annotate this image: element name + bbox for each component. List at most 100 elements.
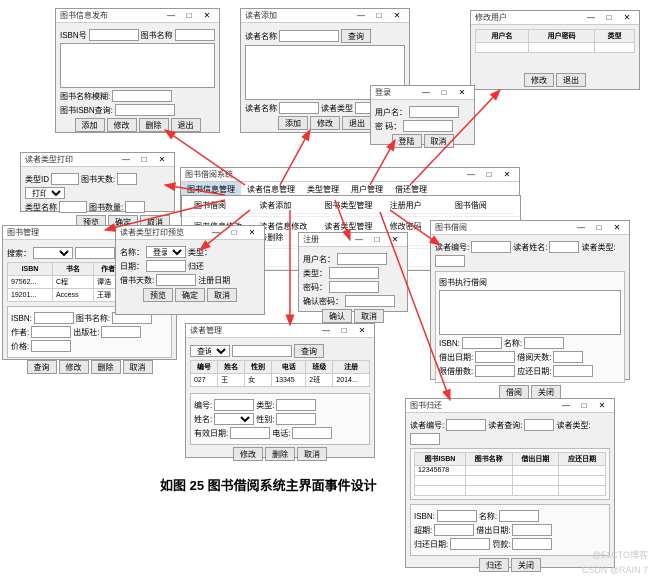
max-button[interactable]: □: [371, 11, 387, 21]
rt-input[interactable]: [410, 433, 440, 445]
close-button[interactable]: ✕: [454, 88, 470, 98]
close-button[interactable]: ✕: [199, 11, 215, 21]
close-button[interactable]: ✕: [594, 401, 610, 411]
name-input[interactable]: [175, 29, 215, 41]
type-input[interactable]: [329, 267, 379, 279]
max-button[interactable]: □: [436, 88, 452, 98]
close-button[interactable]: 关闭: [511, 558, 541, 572]
add-button[interactable]: 添加: [278, 116, 308, 130]
tname-input[interactable]: [59, 201, 87, 213]
max-button[interactable]: □: [591, 223, 607, 233]
name-select[interactable]: [214, 413, 254, 425]
cpwd-input[interactable]: [345, 295, 395, 307]
sub-borrow2[interactable]: 图书借阅: [449, 198, 514, 214]
bdate-input[interactable]: [475, 351, 515, 363]
cancel-button[interactable]: 取消: [424, 134, 454, 148]
min-button[interactable]: —: [318, 326, 334, 336]
limit-input[interactable]: [475, 365, 515, 377]
preview-button[interactable]: 预览: [143, 288, 173, 302]
sub-booktype[interactable]: 图书类型管理: [318, 198, 383, 214]
min-button[interactable]: —: [418, 88, 434, 98]
rname-input[interactable]: [279, 30, 339, 42]
cancel-button[interactable]: 取消: [297, 447, 327, 461]
min-button[interactable]: —: [558, 401, 574, 411]
mod-button[interactable]: 修改: [310, 116, 340, 130]
login-button[interactable]: 登陆: [392, 134, 422, 148]
close-button[interactable]: ✕: [499, 170, 515, 180]
min-button[interactable]: —: [118, 155, 134, 165]
pwd-input[interactable]: [403, 120, 453, 132]
max-button[interactable]: □: [601, 13, 617, 23]
export-select[interactable]: 打印数据: [25, 187, 65, 199]
search-input[interactable]: [232, 345, 292, 357]
min-button[interactable]: —: [573, 223, 589, 233]
cancel-button[interactable]: 取消: [207, 288, 237, 302]
days-input[interactable]: [156, 274, 196, 286]
user-input[interactable]: [337, 253, 387, 265]
isbn-input[interactable]: [89, 29, 139, 41]
sex-input[interactable]: [276, 413, 316, 425]
rid-input[interactable]: [446, 419, 486, 431]
mod-button[interactable]: 修改: [107, 118, 137, 132]
rtype-input[interactable]: [435, 255, 465, 267]
add-button[interactable]: 添加: [75, 118, 105, 132]
price-input[interactable]: [31, 340, 71, 352]
rs-input[interactable]: [524, 419, 554, 431]
close-button[interactable]: ✕: [154, 155, 170, 165]
type-input[interactable]: [276, 399, 316, 411]
rid-input[interactable]: [471, 241, 511, 253]
days-input[interactable]: [434, 524, 474, 536]
name-input[interactable]: [524, 337, 564, 349]
auth-input[interactable]: [31, 326, 71, 338]
min-button[interactable]: —: [208, 228, 224, 238]
close-button[interactable]: ✕: [389, 11, 405, 21]
close-button[interactable]: ✕: [387, 235, 403, 245]
s1-input[interactable]: [279, 102, 319, 114]
id-input[interactable]: [214, 399, 254, 411]
date-input[interactable]: [146, 260, 186, 272]
pwd-input[interactable]: [329, 281, 379, 293]
exit-button[interactable]: 退出: [171, 118, 201, 132]
search-select[interactable]: [33, 247, 73, 259]
max-button[interactable]: □: [369, 235, 385, 245]
isbn-input[interactable]: [437, 510, 477, 522]
min-button[interactable]: —: [353, 11, 369, 21]
borrow-button[interactable]: 借阅: [499, 385, 529, 399]
mod-button[interactable]: 修改: [524, 73, 554, 87]
pub-input[interactable]: [101, 326, 141, 338]
max-button[interactable]: □: [481, 170, 497, 180]
max-button[interactable]: □: [226, 228, 242, 238]
sub-reader-add[interactable]: 读者添加: [253, 198, 318, 214]
exit-button[interactable]: 退出: [556, 73, 586, 87]
vdate-input[interactable]: [230, 427, 270, 439]
name-input[interactable]: [499, 510, 539, 522]
fine-input[interactable]: [512, 538, 552, 550]
min-button[interactable]: —: [463, 170, 479, 180]
return-button[interactable]: 归还: [479, 558, 509, 572]
search-button[interactable]: 查询: [341, 29, 371, 43]
mod-button[interactable]: 修改: [59, 360, 89, 374]
close-button[interactable]: 关闭: [531, 385, 561, 399]
num-input[interactable]: [125, 201, 145, 213]
mod-button[interactable]: 修改: [233, 447, 263, 461]
max-button[interactable]: □: [136, 155, 152, 165]
isbn-input[interactable]: [34, 312, 74, 324]
name-select[interactable]: 登录: [146, 246, 186, 258]
sub-borrow[interactable]: 图书借阅: [188, 198, 253, 214]
cancel-button[interactable]: 取消: [123, 360, 153, 374]
days-input[interactable]: [117, 173, 137, 185]
isbnq-input[interactable]: [115, 104, 175, 116]
close-button[interactable]: ✕: [244, 228, 260, 238]
search-select[interactable]: 查询: [190, 345, 230, 357]
del-button[interactable]: 删除: [91, 360, 121, 374]
exit-button[interactable]: 退出: [342, 116, 372, 130]
rname-input[interactable]: [549, 241, 579, 253]
sub-register[interactable]: 注册用户: [384, 198, 449, 214]
close-button[interactable]: ✕: [619, 13, 635, 23]
cancel-button[interactable]: 取消: [354, 309, 384, 323]
max-button[interactable]: □: [336, 326, 352, 336]
tel-input[interactable]: [292, 427, 332, 439]
max-button[interactable]: □: [181, 11, 197, 21]
days-input[interactable]: [553, 351, 583, 363]
max-button[interactable]: □: [576, 401, 592, 411]
